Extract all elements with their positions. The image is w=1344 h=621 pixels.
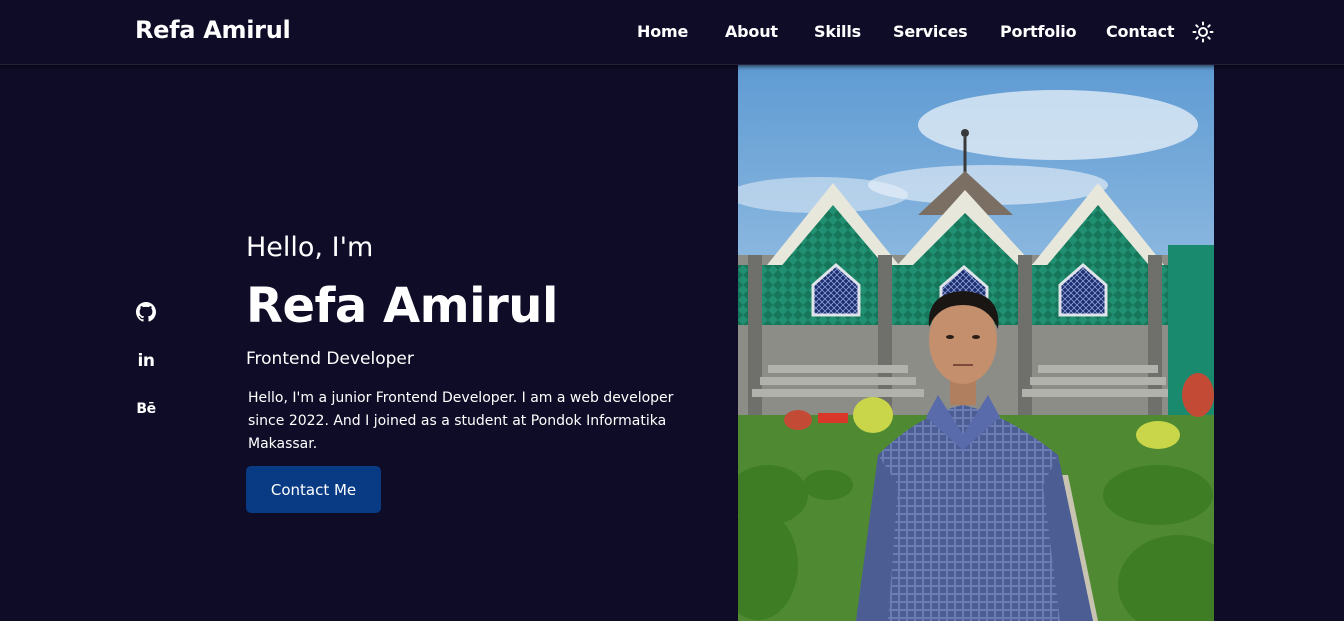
contact-me-button[interactable]: Contact Me	[246, 466, 381, 513]
hero-bio: Hello, I'm a junior Frontend Developer. …	[248, 390, 674, 452]
linkedin-icon[interactable]: in	[135, 350, 157, 372]
nav-home[interactable]: Home	[637, 22, 688, 41]
nav-portfolio[interactable]: Portfolio	[1000, 22, 1077, 41]
sun-icon[interactable]	[1192, 21, 1214, 43]
hero-role: Frontend Developer	[246, 349, 414, 369]
profile-photo	[738, 65, 1214, 621]
site-logo[interactable]: Refa Amirul	[135, 16, 291, 44]
nav-services[interactable]: Services	[893, 22, 968, 41]
github-icon[interactable]	[135, 301, 157, 323]
nav-about[interactable]: About	[725, 22, 778, 41]
behance-icon[interactable]: Bē	[135, 398, 157, 420]
nav-contact[interactable]: Contact	[1106, 22, 1175, 41]
hero-name: Refa Amirul	[246, 278, 558, 334]
site-header: Refa Amirul Home About Skills Services P…	[0, 0, 1344, 65]
hero-greeting: Hello, I'm	[246, 232, 374, 263]
nav-skills[interactable]: Skills	[814, 22, 861, 41]
